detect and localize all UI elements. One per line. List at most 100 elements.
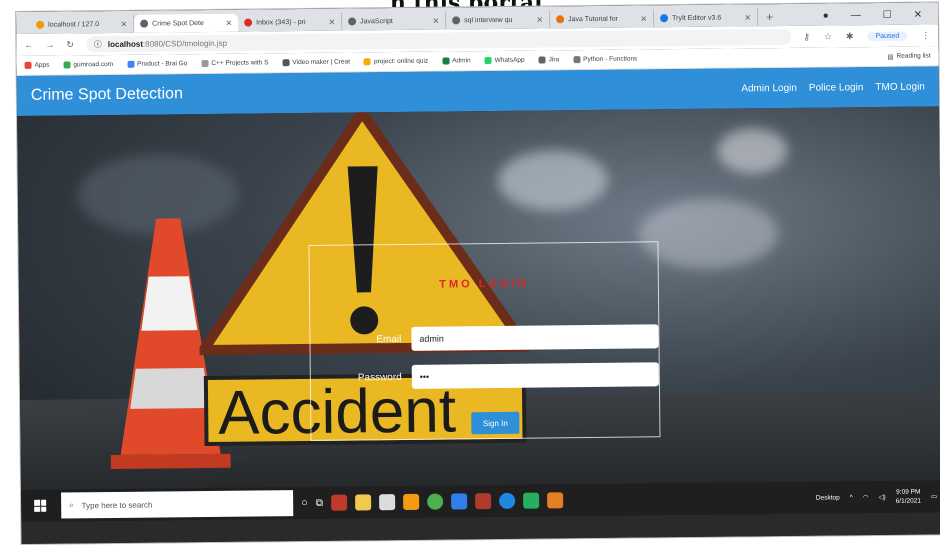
windows-logo-icon — [34, 499, 47, 512]
reading-list-label: Reading list — [896, 52, 931, 60]
bookmark-label: Apps — [34, 61, 50, 69]
desktop-toolbar-label[interactable]: Desktop — [816, 494, 840, 501]
close-icon[interactable]: ✕ — [328, 17, 335, 26]
browser-window: localhost / 127.0 ✕ Crime Spot Dete ✕ Inbo… — [16, 2, 940, 544]
bookmark-label: WhatsApp — [494, 56, 525, 64]
start-button[interactable] — [27, 493, 53, 519]
bookmark-item[interactable]: Jira — [538, 56, 560, 64]
volume-icon[interactable]: ◁) — [878, 493, 885, 501]
tab-favicon-icon — [660, 14, 669, 23]
vscode-icon[interactable] — [450, 493, 468, 510]
bookmark-item[interactable]: Apps — [24, 61, 50, 69]
bookmark-item[interactable]: project: online quiz — [363, 58, 428, 66]
menu-icon[interactable]: ⋮ — [921, 30, 930, 41]
password-field[interactable] — [411, 362, 659, 389]
bookmark-favicon-icon — [363, 58, 372, 66]
tab-label: Inbox (343) - pri — [256, 18, 306, 26]
nav-admin-login[interactable]: Admin Login — [741, 82, 797, 94]
browser-tab[interactable]: Java Tutorial for ✕ — [550, 9, 655, 29]
bookmark-item[interactable]: C++ Projects with S — [201, 59, 269, 68]
browser-tab[interactable]: TryIt Editor v3.6 ✕ — [654, 8, 759, 28]
bookmark-item[interactable]: gumroad.com — [63, 61, 113, 69]
store-icon[interactable] — [378, 494, 396, 511]
reload-icon[interactable]: ↻ — [66, 39, 74, 50]
notifications-icon[interactable]: ▭ — [931, 492, 937, 500]
forward-icon[interactable]: → — [45, 40, 54, 50]
bookmark-favicon-icon — [127, 60, 135, 68]
close-icon[interactable]: ✕ — [432, 16, 439, 25]
bookmark-item[interactable]: Video maker | Creat — [282, 59, 350, 67]
reading-list-icon: ▤ — [887, 53, 894, 61]
browser-tab-active[interactable]: Crime Spot Dete ✕ — [134, 13, 239, 33]
browser-tab[interactable]: JavaScript ✕ — [342, 11, 447, 31]
browser-tab[interactable]: localhost / 127.0 ✕ — [30, 14, 135, 34]
brand-title[interactable]: Crime Spot Detection — [31, 85, 183, 105]
tray-chevron-icon[interactable]: ^ — [850, 494, 853, 501]
email-label: Email — [376, 333, 402, 345]
minimize-icon[interactable]: — — [851, 10, 861, 21]
profile-button[interactable]: Paused — [867, 31, 908, 41]
key-icon[interactable]: ⚷ — [803, 31, 810, 42]
login-panel: TMO LOGIN Email Password Sign In — [308, 241, 661, 441]
clock-date: 6/1/2021 — [895, 497, 922, 505]
close-icon[interactable]: ✕ — [536, 15, 543, 24]
nav-tmo-login[interactable]: TMO Login — [875, 81, 925, 93]
clock-time: 9:09 PM — [896, 488, 921, 496]
bookmark-item[interactable]: Admin — [442, 57, 471, 65]
bokeh-light — [717, 127, 788, 174]
browser-tab[interactable]: sql interview qu ✕ — [446, 10, 551, 30]
bookmark-label: C++ Projects with S — [211, 59, 269, 67]
task-view-icon[interactable]: ⧉ — [316, 497, 323, 508]
back-icon[interactable]: ← — [24, 40, 33, 50]
close-icon[interactable]: ✕ — [640, 14, 647, 23]
profile-icon[interactable]: ● — [823, 10, 829, 21]
bookmark-favicon-icon — [538, 56, 546, 64]
address-host: localhost — [107, 39, 144, 49]
bookmark-label: Product - Brai Go — [137, 60, 188, 68]
window-controls: ● — ☐ ✕ — [807, 9, 939, 25]
star-icon[interactable]: ☆ — [824, 31, 832, 42]
browser-tab[interactable]: Inbox (343) - pri ✕ — [238, 12, 343, 32]
file-explorer-icon[interactable] — [354, 494, 372, 511]
nav-police-login[interactable]: Police Login — [809, 82, 864, 94]
close-icon[interactable]: ✕ — [120, 19, 127, 28]
reading-list-button[interactable]: ▤ Reading list — [887, 52, 930, 60]
vlc-icon[interactable] — [402, 493, 420, 510]
sign-in-button[interactable]: Sign In — [471, 411, 520, 435]
taskbar-search-box[interactable]: ⌕ Type here to search — [61, 490, 294, 519]
cortana-icon[interactable]: ○ — [301, 497, 308, 509]
wifi-icon[interactable]: ◠ — [863, 493, 869, 501]
bookmark-item[interactable]: Product - Brai Go — [127, 60, 187, 68]
app-icon[interactable] — [546, 492, 564, 509]
bookmark-label: Python - Functions — [583, 55, 638, 64]
close-icon[interactable]: ✕ — [744, 13, 751, 22]
chrome-icon[interactable] — [426, 493, 444, 510]
edge-icon[interactable] — [498, 492, 516, 509]
app-icon[interactable] — [330, 494, 348, 511]
bookmark-item[interactable]: WhatsApp — [484, 56, 525, 65]
tab-label: Java Tutorial for — [568, 15, 618, 23]
app-icon[interactable] — [522, 492, 540, 509]
bookmark-label: Jira — [548, 56, 560, 64]
bookmark-favicon-icon — [442, 57, 450, 65]
extensions-icon[interactable]: ✱ — [846, 31, 854, 42]
bookmark-favicon-icon — [201, 59, 209, 68]
bookmark-label: Admin — [452, 57, 471, 65]
tab-favicon-icon — [556, 15, 565, 24]
bookmark-favicon-icon — [573, 56, 581, 64]
taskbar-clock[interactable]: 9:09 PM 6/1/2021 — [896, 488, 921, 506]
tab-label: TryIt Editor v3.6 — [672, 14, 722, 22]
tab-favicon-icon — [140, 19, 149, 28]
close-window-icon[interactable]: ✕ — [914, 10, 923, 21]
system-tray: Desktop ^ ◠ ◁) 9:09 PM 6/1/2021 ▭ — [816, 487, 937, 506]
bookmark-favicon-icon — [63, 61, 71, 69]
email-field[interactable] — [411, 324, 659, 351]
new-tab-button[interactable]: + — [758, 10, 781, 26]
close-icon[interactable]: ✕ — [225, 18, 232, 27]
tab-favicon-icon — [452, 16, 461, 25]
whatsapp-icon — [484, 57, 492, 65]
bookmark-item[interactable]: Python - Functions — [573, 55, 638, 64]
app-icon[interactable] — [474, 493, 492, 510]
maximize-icon[interactable]: ☐ — [883, 10, 892, 21]
search-icon: ⌕ — [69, 500, 74, 510]
